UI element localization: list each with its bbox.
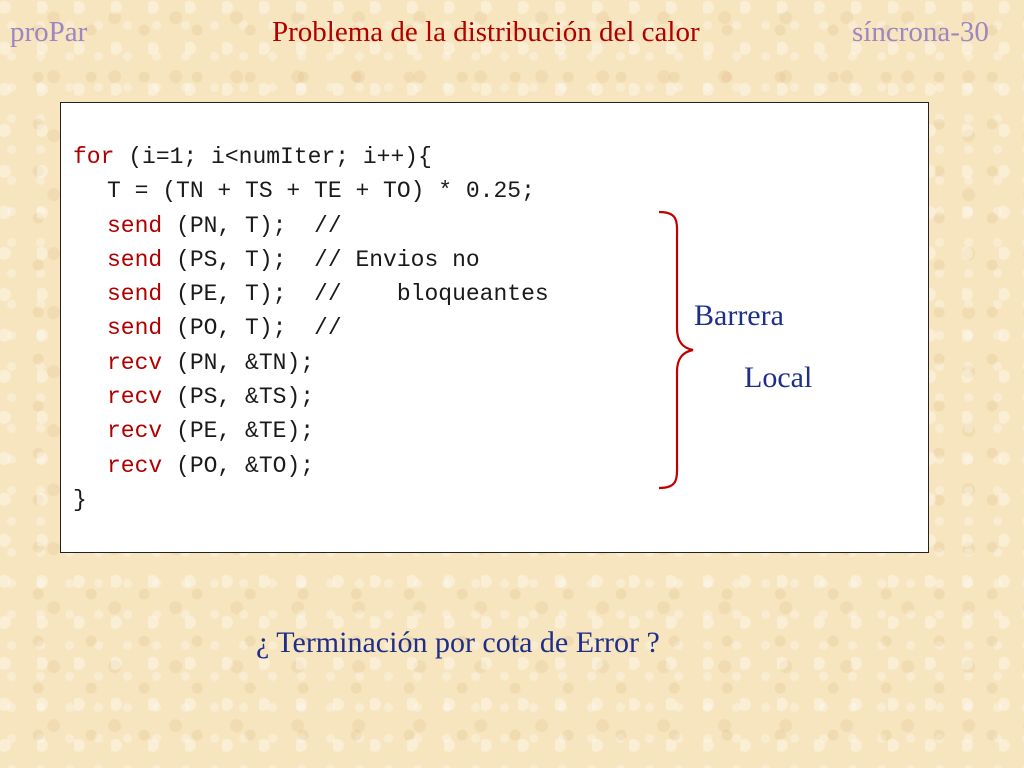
code-keyword: send bbox=[107, 212, 163, 239]
code-keyword: recv bbox=[107, 452, 163, 479]
code-text: (PS, &TS); bbox=[162, 384, 315, 411]
code-keyword: for bbox=[73, 144, 115, 170]
code-line: send (PO, T); // bbox=[73, 311, 549, 345]
code-text: (PE, &TE); bbox=[162, 418, 315, 445]
header-course-name: proPar bbox=[10, 16, 88, 48]
code-text: (i=1; i<numIter; i++){ bbox=[114, 144, 432, 170]
code-text: (PO, &TO); bbox=[162, 452, 315, 479]
code-line: recv (PE, &TE); bbox=[73, 414, 549, 448]
code-text: T = (TN + TS + TE + TO) * 0.25; bbox=[107, 178, 535, 205]
code-line: send (PE, T); // bloqueantes bbox=[73, 277, 549, 311]
code-keyword: send bbox=[107, 281, 163, 308]
brace-icon bbox=[658, 210, 694, 490]
code-keyword: send bbox=[107, 246, 163, 273]
brace-path bbox=[658, 210, 694, 490]
slide-title: Problema de la distribución del calor bbox=[272, 16, 700, 48]
code-text: (PO, T); // bbox=[162, 315, 342, 342]
code-line: recv (PO, &TO); bbox=[73, 449, 549, 483]
code-text: } bbox=[73, 486, 87, 513]
code-box: for (i=1; i<numIter; i++){ T = (TN + TS +… bbox=[60, 102, 929, 553]
code-line: send (PS, T); // Envios no bbox=[73, 243, 549, 277]
code-keyword: recv bbox=[107, 384, 163, 411]
question-text: ¿ Terminación por cota de Error ? bbox=[256, 626, 660, 659]
code-text: (PS, T); // Envios no bbox=[162, 246, 480, 273]
code-keyword: recv bbox=[107, 349, 163, 376]
code-keyword: recv bbox=[107, 418, 163, 445]
code-text: (PN, T); // bbox=[162, 212, 342, 239]
code-line: } bbox=[73, 483, 549, 517]
slide-number: síncrona-30 bbox=[852, 16, 989, 48]
code-line: for (i=1; i<numIter; i++){ bbox=[73, 140, 549, 174]
annotation-local: Local bbox=[744, 361, 813, 394]
code-line: T = (TN + TS + TE + TO) * 0.25; bbox=[73, 174, 549, 208]
code-line: recv (PS, &TS); bbox=[73, 380, 549, 414]
code-text: (PE, T); // bloqueantes bbox=[162, 281, 549, 308]
annotation-barrera: Barrera bbox=[694, 299, 784, 332]
code-keyword: send bbox=[107, 315, 163, 342]
code-block: for (i=1; i<numIter; i++){ T = (TN + TS +… bbox=[73, 140, 549, 517]
code-text: (PN, &TN); bbox=[162, 349, 315, 376]
code-line: send (PN, T); // bbox=[73, 209, 549, 243]
code-line: recv (PN, &TN); bbox=[73, 346, 549, 380]
